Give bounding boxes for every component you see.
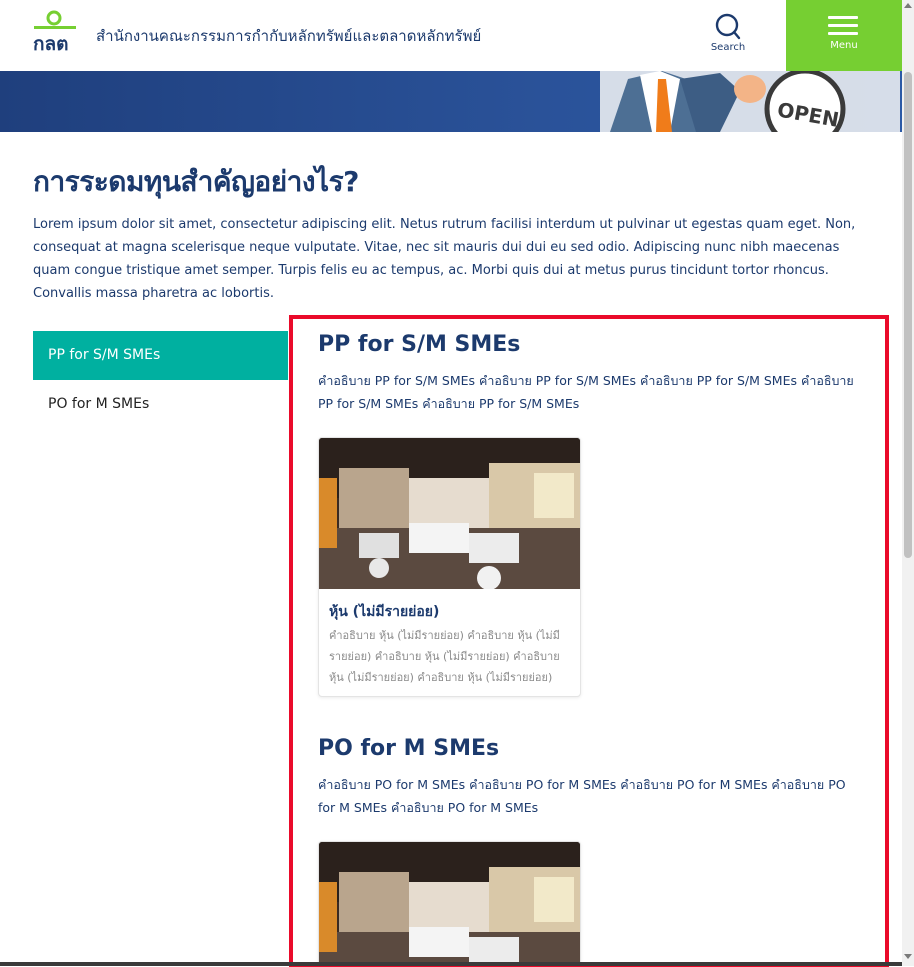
intro-paragraph: Lorem ipsum dolor sit amet, consectetur …	[33, 217, 856, 301]
hamburger-icon	[828, 16, 858, 40]
sec-logo-icon[interactable]: กลต	[32, 8, 80, 54]
page-title: การระดมทุนสำคัญอย่างไร?	[33, 165, 359, 198]
site-header: กลต สำนักงานคณะกรรมการกำกับหลักทรัพย์และ…	[0, 0, 902, 71]
logo-text: กลต	[33, 33, 69, 54]
businessman-illustration-icon: OPEN	[600, 71, 900, 132]
scroll-down-icon[interactable]	[904, 954, 912, 959]
search-label: Search	[710, 42, 746, 53]
card-title: หุ้น (ไม่มีรายย่อย)	[329, 604, 440, 620]
card-description: คำอธิบาย หุ้น (ไม่มีรายย่อย) คำอธิบาย หุ…	[329, 629, 560, 684]
office-photo	[319, 438, 580, 589]
hero-banner: OPEN	[0, 71, 902, 132]
office-photo	[319, 842, 580, 963]
scrollbar-thumb[interactable]	[904, 72, 912, 558]
vertical-scrollbar[interactable]	[902, 0, 914, 966]
menu-label: Menu	[830, 40, 858, 51]
search-icon	[715, 13, 741, 40]
sidebar-nav: PP for S/M SMEs PO for M SMEs	[33, 331, 288, 429]
section-title-po: PO for M SMEs	[318, 736, 500, 761]
product-card-po[interactable]	[318, 841, 581, 963]
sidebar-item-pp-sm-smes[interactable]: PP for S/M SMEs	[33, 331, 288, 380]
section-description-po: คำอธิบาย PO for M SMEs คำอธิบาย PO for M…	[318, 777, 846, 815]
horizontal-scrollbar[interactable]	[0, 962, 902, 966]
search-button[interactable]: Search	[700, 10, 756, 58]
section-title-pp: PP for S/M SMEs	[318, 332, 521, 357]
product-card-shares[interactable]: หุ้น (ไม่มีรายย่อย) คำอธิบาย หุ้น (ไม่มี…	[318, 437, 581, 697]
scroll-up-icon[interactable]	[904, 3, 912, 8]
menu-button[interactable]: Menu	[786, 0, 902, 71]
section-description-pp: คำอธิบาย PP for S/M SMEs คำอธิบาย PP for…	[318, 373, 854, 411]
sidebar-item-po-m-smes[interactable]: PO for M SMEs	[33, 380, 288, 429]
site-title[interactable]: สำนักงานคณะกรรมการกำกับหลักทรัพย์และตลาด…	[96, 24, 481, 48]
